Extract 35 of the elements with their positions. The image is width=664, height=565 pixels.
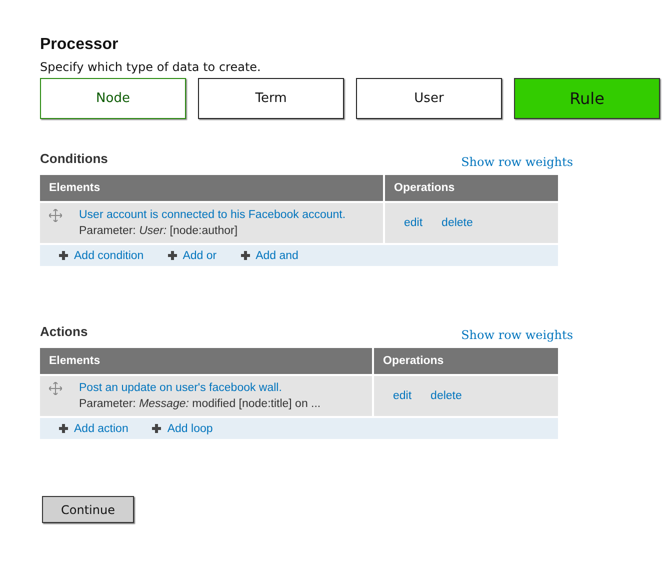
section-heading: Conditions <box>40 151 108 166</box>
page-title: Processor <box>40 36 120 54</box>
drag-handle-icon[interactable] <box>49 382 62 395</box>
plus-icon <box>152 424 162 433</box>
column-header: Elements <box>40 175 384 202</box>
show-row-weights-link[interactable]: Show row weights <box>461 328 573 342</box>
column-header: Operations <box>384 175 558 202</box>
add-link[interactable]: Add loop <box>152 422 213 434</box>
element-link[interactable]: Post an update on user's facebook wall. <box>79 382 282 394</box>
add-link[interactable]: Add action <box>59 422 128 434</box>
plus-icon <box>240 251 250 260</box>
type-button[interactable]: Node <box>40 78 186 119</box>
type-button[interactable]: Term <box>198 78 344 119</box>
drag-handle-icon[interactable] <box>49 209 62 222</box>
operation-link[interactable]: delete <box>442 217 473 229</box>
column-header: Elements <box>40 348 373 375</box>
operation-link[interactable]: edit <box>404 217 423 229</box>
show-row-weights-link[interactable]: Show row weights <box>461 155 573 169</box>
column-header: Operations <box>373 348 558 375</box>
operation-link[interactable]: delete <box>430 390 462 402</box>
type-button[interactable]: User <box>356 78 502 119</box>
description-text: Specify which type of data to create. <box>40 60 262 74</box>
add-link[interactable]: Add and <box>240 250 298 262</box>
parameter-text: Parameter: User: [node:author] <box>79 225 239 237</box>
continue-button[interactable]: Continue <box>42 496 134 523</box>
type-button[interactable]: Rule <box>514 78 660 119</box>
section-heading: Actions <box>40 324 88 339</box>
plus-icon <box>59 424 68 433</box>
parameter-text: Parameter: Message: modified [node:title] on ... <box>79 398 321 410</box>
element-link[interactable]: User account is connected to his Facebook account. <box>79 209 346 221</box>
add-link[interactable]: Add or <box>168 250 217 262</box>
operation-link[interactable]: edit <box>393 390 412 402</box>
add-link[interactable]: Add condition <box>59 250 144 262</box>
plus-icon <box>59 251 68 260</box>
plus-icon <box>168 251 177 260</box>
